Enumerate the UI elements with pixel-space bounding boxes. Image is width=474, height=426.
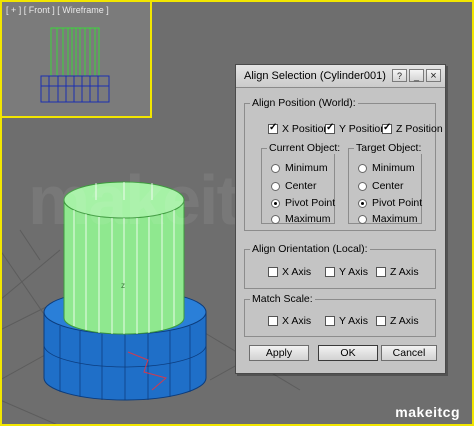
- radio-dot: [358, 163, 367, 173]
- current-object-label: Current Object:: [267, 142, 343, 154]
- checkbox-label: Z Axis: [390, 266, 419, 278]
- radio-label: Pivot Point: [285, 197, 336, 209]
- orientation-x-checkbox[interactable]: X Axis: [268, 266, 311, 278]
- scale-y-checkbox[interactable]: Y Axis: [325, 315, 368, 327]
- max-viewports: [ + ] [ Front ] [ Wireframe ] z makeitcg…: [0, 0, 474, 426]
- current-pivot-point-radio[interactable]: Pivot Point: [271, 197, 335, 209]
- checkbox-box: [268, 267, 278, 277]
- dialog-title: Align Selection (Cylinder001): [244, 70, 386, 82]
- brand-logo: makeitcg: [395, 404, 460, 420]
- checkbox-box: [325, 267, 335, 277]
- checkbox-box: [268, 316, 278, 326]
- radio-label: Maximum: [372, 213, 418, 225]
- apply-button[interactable]: Apply: [249, 345, 309, 361]
- target-pivot-point-radio[interactable]: Pivot Point: [358, 197, 422, 209]
- radio-dot: [271, 181, 280, 191]
- checkbox-label: Z Axis: [390, 315, 419, 327]
- scale-z-checkbox[interactable]: Z Axis: [376, 315, 419, 327]
- radio-label: Center: [285, 180, 317, 192]
- checkbox-label: Y Axis: [339, 315, 368, 327]
- x-position-checkbox[interactable]: ✓ X Position: [268, 122, 330, 135]
- radio-label: Center: [372, 180, 404, 192]
- target-object-group: Target Object: Minimum Center Pivot Poin…: [348, 142, 424, 225]
- cancel-button[interactable]: Cancel: [381, 345, 437, 361]
- checkbox-box: ✓: [268, 122, 278, 134]
- match-scale-label: Match Scale:: [250, 293, 315, 305]
- current-center-radio[interactable]: Center: [271, 180, 317, 192]
- checkmark-icon: ✓: [269, 122, 278, 133]
- radio-label: Minimum: [372, 162, 415, 174]
- pivot-z-marker: z: [121, 281, 125, 290]
- align-position-group: Align Position (World): ✓ X Position ✓ Y…: [244, 97, 443, 231]
- ok-button[interactable]: OK: [318, 345, 378, 361]
- z-position-checkbox[interactable]: ✓ Z Position: [382, 122, 443, 135]
- minimize-button[interactable]: _: [409, 69, 424, 82]
- radio-dot-selected: [358, 198, 367, 208]
- target-maximum-radio[interactable]: Maximum: [358, 213, 418, 225]
- radio-dot: [358, 181, 367, 191]
- scale-x-checkbox[interactable]: X Axis: [268, 315, 311, 327]
- z-position-label: Z Position: [396, 123, 443, 135]
- radio-dot-selected: [271, 198, 280, 208]
- x-position-label: X Position: [282, 123, 330, 135]
- radio-dot: [271, 214, 280, 224]
- align-selection-dialog: Align Selection (Cylinder001) ? _ × Alig…: [235, 64, 446, 374]
- align-orientation-group: Align Orientation (Local): X Axis Y Axis…: [244, 243, 436, 289]
- radio-label: Minimum: [285, 162, 328, 174]
- radio-dot: [271, 163, 280, 173]
- checkbox-label: X Axis: [282, 315, 312, 327]
- checkbox-box: [325, 316, 335, 326]
- current-minimum-radio[interactable]: Minimum: [271, 162, 328, 174]
- checkbox-label: X Axis: [282, 266, 312, 278]
- checkbox-box: ✓: [382, 122, 392, 134]
- checkmark-icon: ✓: [326, 122, 335, 133]
- y-position-checkbox[interactable]: ✓ Y Position: [325, 122, 387, 135]
- target-object-label: Target Object:: [354, 142, 424, 154]
- radio-dot: [358, 214, 367, 224]
- target-minimum-radio[interactable]: Minimum: [358, 162, 415, 174]
- dialog-titlebar[interactable]: Align Selection (Cylinder001) ? _ ×: [236, 65, 445, 88]
- close-icon[interactable]: ×: [426, 69, 441, 82]
- orientation-z-checkbox[interactable]: Z Axis: [376, 266, 419, 278]
- checkbox-box: [376, 267, 386, 277]
- checkbox-box: [376, 316, 386, 326]
- orientation-y-checkbox[interactable]: Y Axis: [325, 266, 368, 278]
- checkmark-icon: ✓: [383, 122, 392, 133]
- y-position-label: Y Position: [339, 123, 387, 135]
- checkbox-label: Y Axis: [339, 266, 368, 278]
- radio-label: Pivot Point: [372, 197, 423, 209]
- checkbox-box: ✓: [325, 122, 335, 134]
- radio-label: Maximum: [285, 213, 331, 225]
- current-maximum-radio[interactable]: Maximum: [271, 213, 331, 225]
- help-button[interactable]: ?: [392, 69, 407, 82]
- current-object-group: Current Object: Minimum Center Pivot Poi…: [261, 142, 343, 225]
- target-center-radio[interactable]: Center: [358, 180, 404, 192]
- align-orientation-label: Align Orientation (Local):: [250, 243, 370, 255]
- align-position-label: Align Position (World):: [250, 97, 358, 109]
- match-scale-group: Match Scale: X Axis Y Axis Z Axis: [244, 293, 436, 337]
